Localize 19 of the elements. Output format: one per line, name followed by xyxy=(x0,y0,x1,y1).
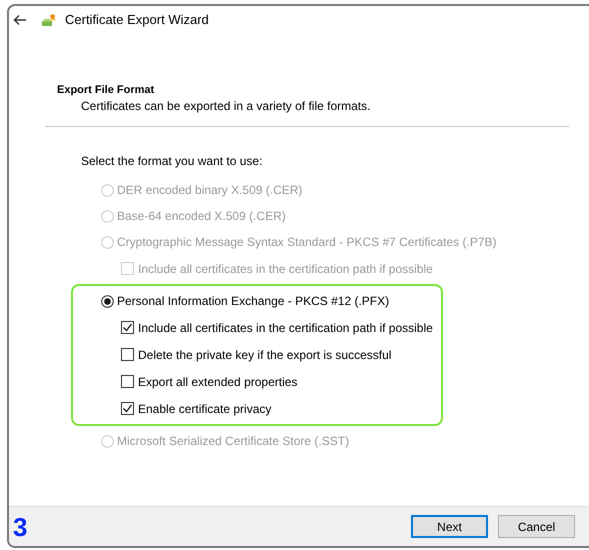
back-arrow-icon[interactable] xyxy=(13,14,27,26)
dialog-button[interactable]: Cancel xyxy=(498,515,575,538)
certificate-icon xyxy=(41,12,57,28)
checkbox[interactable] xyxy=(121,402,134,415)
dialog-button[interactable]: Next xyxy=(411,515,488,538)
step-number: 3 xyxy=(13,514,28,540)
checkbox[interactable] xyxy=(121,375,134,388)
checkbox-label[interactable]: Delete the private key if the export is successful xyxy=(138,346,392,364)
window-title: Certificate Export Wizard xyxy=(65,11,209,30)
checkbox[interactable] xyxy=(121,321,134,334)
checkbox-label[interactable]: Enable certificate privacy xyxy=(138,400,272,418)
checkbox-label[interactable]: Include all certificates in the certification path if possible xyxy=(138,318,433,336)
page-heading: Export File Format xyxy=(57,83,156,98)
checkbox[interactable] xyxy=(121,348,134,361)
page-subtitle: Certificates can be exported in a variety of file formats. xyxy=(80,98,372,114)
option-label[interactable]: Personal Information Exchange - PKCS #12 (.PFX) xyxy=(117,292,390,310)
checkbox-label[interactable]: Export all extended properties xyxy=(138,372,298,390)
radio-button[interactable] xyxy=(101,294,114,308)
format-prompt: Select the format you want to use: xyxy=(81,153,264,169)
